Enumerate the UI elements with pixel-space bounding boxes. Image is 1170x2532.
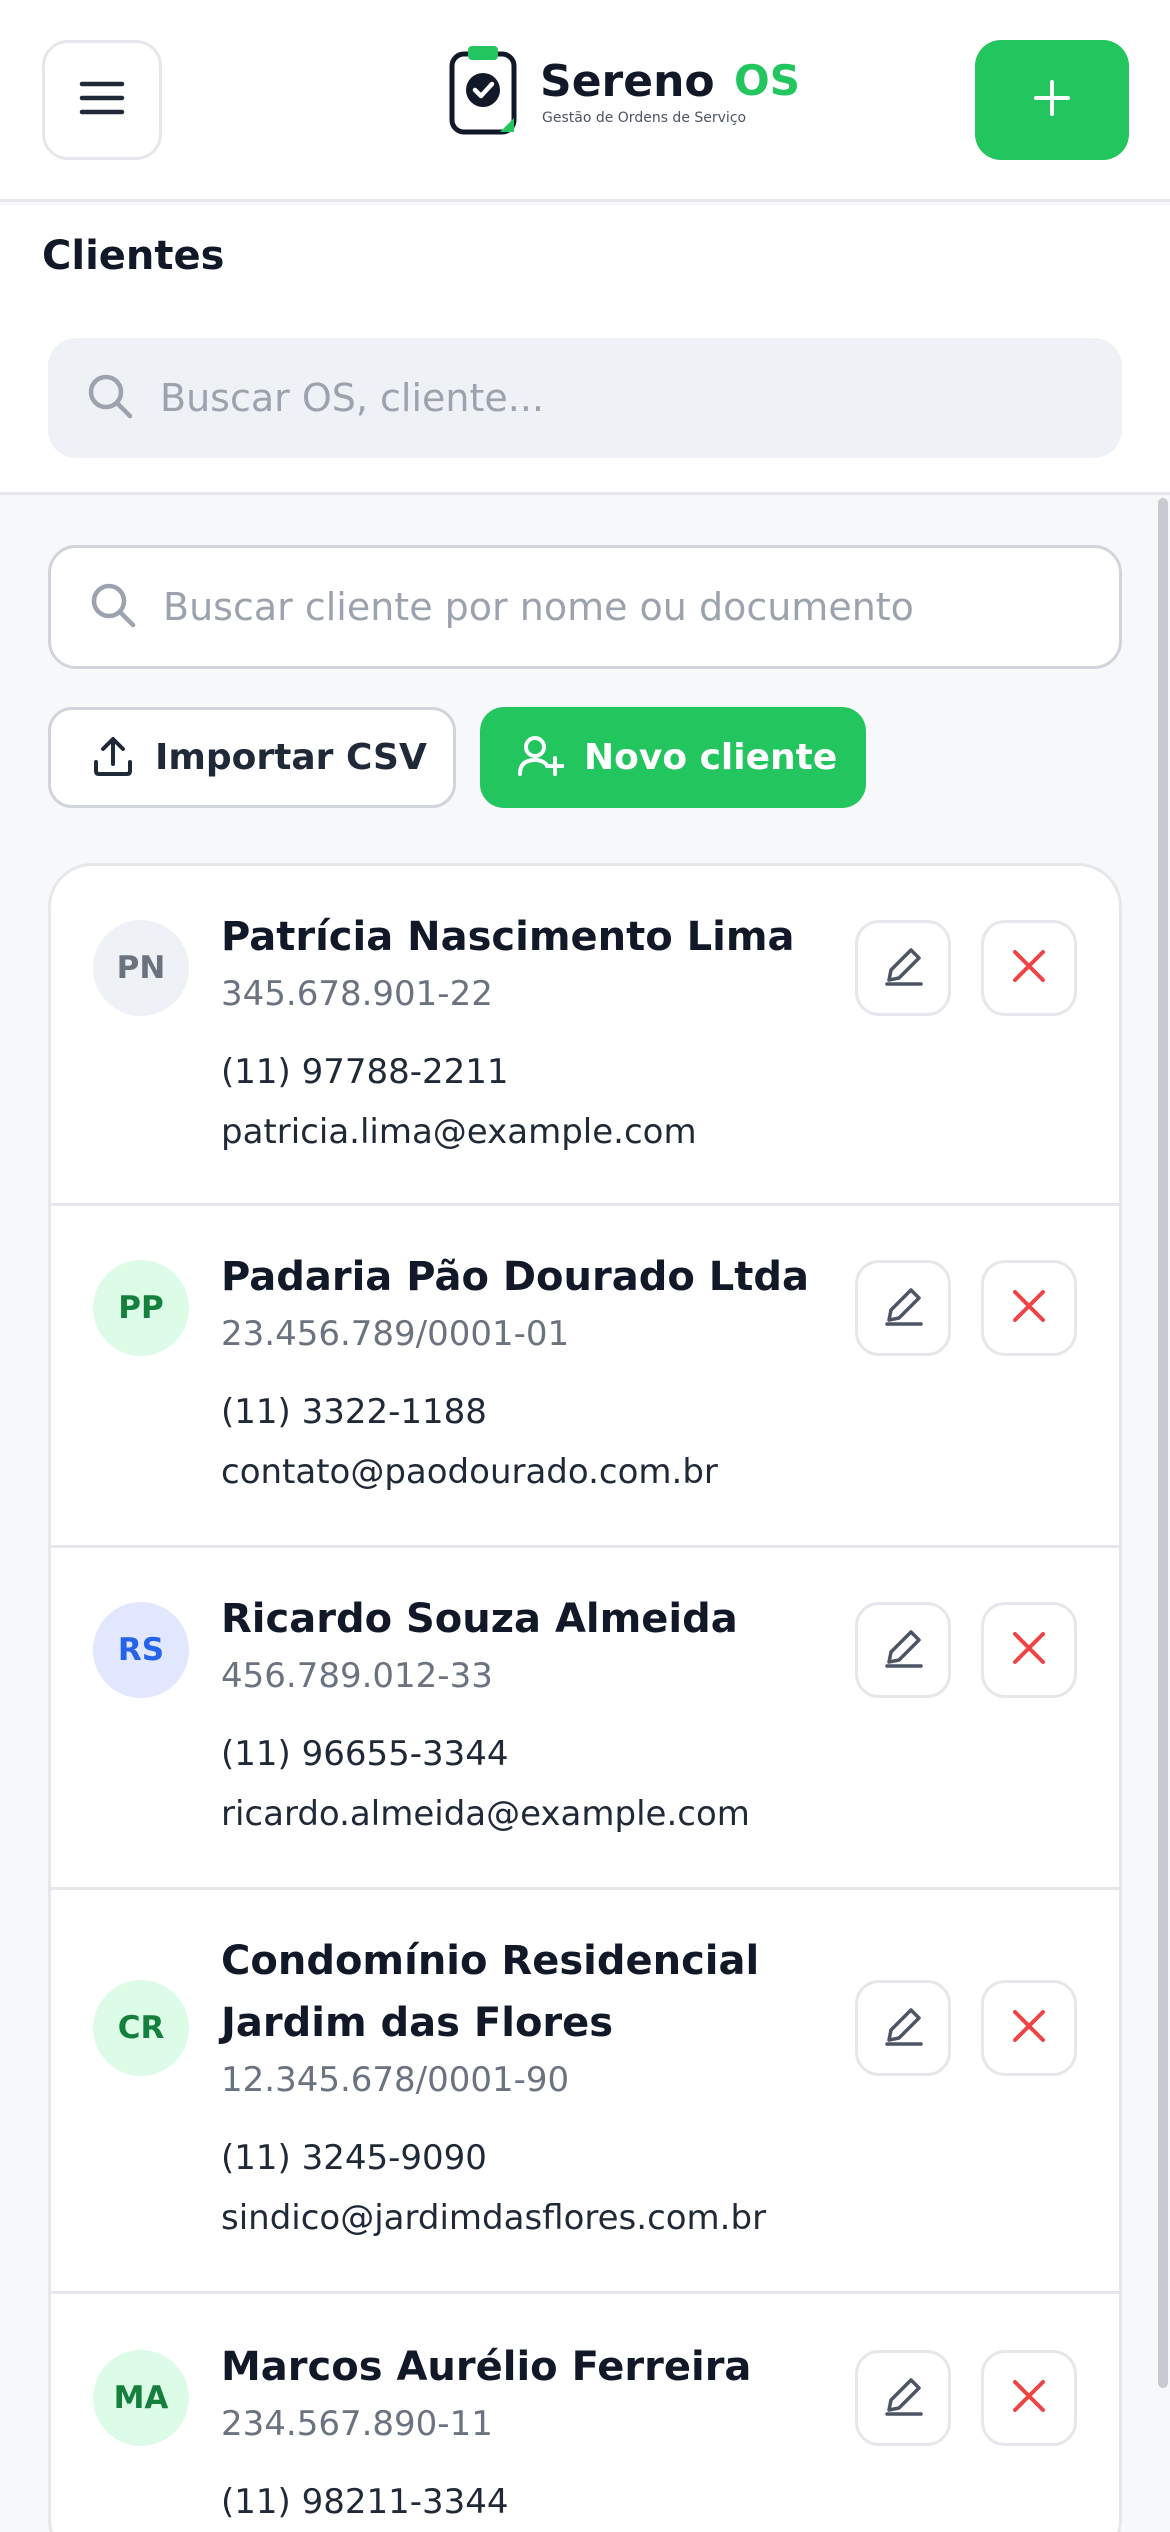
close-icon [1011, 2008, 1047, 2048]
new-client-button[interactable]: Novo cliente [480, 707, 866, 808]
client-phone: (11) 98211-3344 [221, 2482, 509, 2522]
client-email: patricia.lima@example.com [221, 1112, 697, 1152]
client-card: PP Padaria Pão Dourado Ltda 23.456.789/0… [51, 1206, 1119, 1548]
pencil-icon [881, 944, 925, 992]
import-csv-button[interactable]: Importar CSV [48, 707, 456, 808]
scrollbar[interactable] [1158, 498, 1168, 2388]
app-logo: Sereno OS Gestão de Ordens de Serviço [448, 46, 810, 138]
client-document: 12.345.678/0001-90 [221, 2060, 570, 2100]
client-phone: (11) 96655-3344 [221, 1734, 509, 1774]
app-tagline: Gestão de Ordens de Serviço [542, 110, 747, 126]
avatar: MA [93, 2350, 189, 2446]
client-name: Ricardo Souza Almeida [221, 1596, 738, 1642]
client-email: ricardo.almeida@example.com [221, 1794, 750, 1834]
edit-button[interactable] [855, 1260, 951, 1356]
client-name: Marcos Aurélio Ferreira [221, 2344, 752, 2390]
app-name: Sereno [540, 56, 715, 107]
delete-button[interactable] [981, 920, 1077, 1016]
client-list: PN Patrícia Nascimento Lima 345.678.901-… [48, 863, 1122, 2532]
client-search-input[interactable] [163, 585, 1083, 629]
close-icon [1011, 948, 1047, 988]
hamburger-icon [78, 78, 126, 122]
global-search-box[interactable] [48, 338, 1122, 458]
avatar: CR [93, 1980, 189, 2076]
pencil-icon [881, 2004, 925, 2052]
client-phone: (11) 3245-9090 [221, 2138, 487, 2178]
app-name-suffix: OS [734, 56, 800, 105]
client-card: PN Patrícia Nascimento Lima 345.678.901-… [51, 866, 1119, 1206]
client-email: sindico@jardimdasflores.com.br [221, 2198, 767, 2238]
client-email: contato@paodourado.com.br [221, 1452, 718, 1492]
client-document: 234.567.890-11 [221, 2404, 493, 2444]
close-icon [1011, 2378, 1047, 2418]
delete-button[interactable] [981, 1980, 1077, 2076]
search-icon [89, 581, 137, 633]
avatar: RS [93, 1602, 189, 1698]
top-bar: Sereno OS Gestão de Ordens de Serviço [0, 0, 1170, 202]
edit-button[interactable] [855, 1602, 951, 1698]
delete-button[interactable] [981, 2350, 1077, 2446]
delete-button[interactable] [981, 1260, 1077, 1356]
client-name: Condomínio Residencial Jardim das Flores [221, 1938, 760, 2046]
client-document: 456.789.012-33 [221, 1656, 493, 1696]
client-phone: (11) 97788-2211 [221, 1052, 509, 1092]
edit-button[interactable] [855, 920, 951, 1016]
plus-icon [1032, 78, 1072, 122]
client-card: CR Condomínio Residencial Jardim das Flo… [51, 1890, 1119, 2294]
new-client-label: Novo cliente [584, 737, 838, 778]
close-icon [1011, 1288, 1047, 1328]
pencil-icon [881, 1626, 925, 1674]
edit-button[interactable] [855, 2350, 951, 2446]
global-search-input[interactable] [160, 376, 1060, 420]
user-plus-icon [518, 734, 565, 782]
pencil-icon [881, 1284, 925, 1332]
client-document: 23.456.789/0001-01 [221, 1314, 570, 1354]
add-button[interactable] [975, 40, 1129, 160]
page-title: Clientes [42, 233, 225, 279]
client-phone: (11) 3322-1188 [221, 1392, 487, 1432]
close-icon [1011, 1630, 1047, 1670]
client-name: Patrícia Nascimento Lima [221, 914, 795, 960]
client-search-box[interactable] [48, 545, 1122, 669]
avatar: PP [93, 1260, 189, 1356]
upload-icon [91, 734, 135, 782]
import-csv-label: Importar CSV [155, 737, 427, 778]
client-card: RS Ricardo Souza Almeida 456.789.012-33 … [51, 1548, 1119, 1890]
pencil-icon [881, 2374, 925, 2422]
search-icon [86, 372, 134, 424]
menu-button[interactable] [42, 40, 162, 160]
client-name: Padaria Pão Dourado Ltda [221, 1254, 810, 1300]
client-card: MA Marcos Aurélio Ferreira 234.567.890-1… [51, 2294, 1119, 2532]
clipboard-check-icon [448, 44, 518, 140]
edit-button[interactable] [855, 1980, 951, 2076]
delete-button[interactable] [981, 1602, 1077, 1698]
avatar: PN [93, 920, 189, 1016]
client-document: 345.678.901-22 [221, 974, 493, 1014]
page-header: Clientes [0, 205, 1170, 495]
main-content: Importar CSV Novo cliente PN Patrícia Na… [0, 498, 1170, 2532]
